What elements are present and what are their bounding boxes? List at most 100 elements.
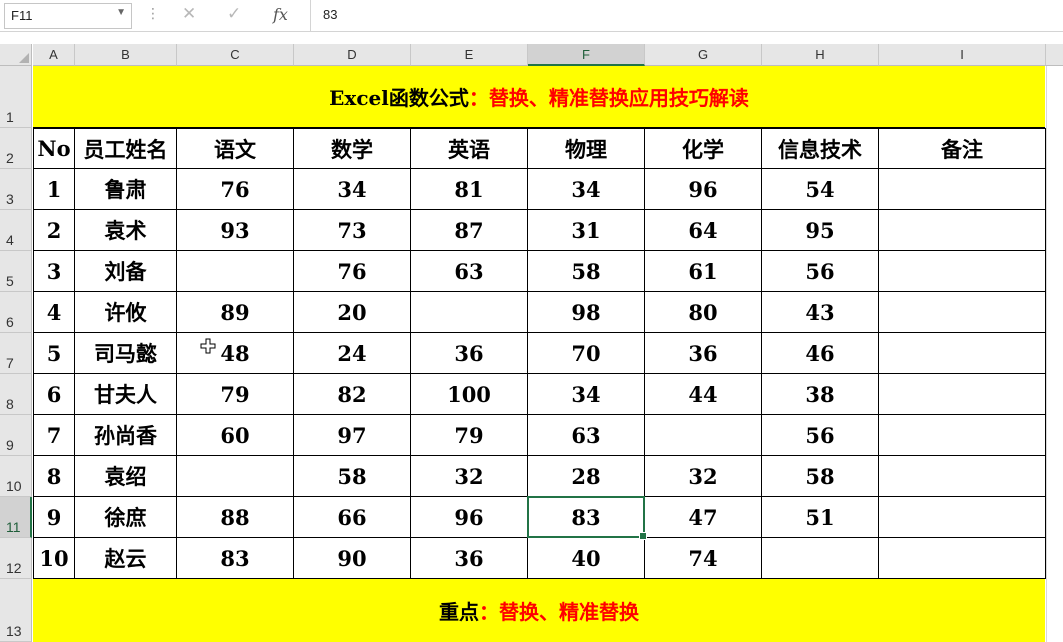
column-header-d[interactable]: D bbox=[294, 44, 411, 66]
table-cell[interactable]: 48 bbox=[177, 333, 294, 374]
table-cell[interactable] bbox=[879, 251, 1046, 292]
table-cell[interactable]: 36 bbox=[645, 333, 762, 374]
table-cell[interactable] bbox=[879, 415, 1046, 456]
table-cell[interactable]: 31 bbox=[528, 210, 645, 251]
table-cell[interactable]: 58 bbox=[294, 456, 411, 497]
table-cell[interactable]: 81 bbox=[411, 169, 528, 210]
column-header-f[interactable]: F bbox=[528, 44, 645, 66]
column-header-b[interactable]: B bbox=[75, 44, 177, 66]
insert-function-icon[interactable]: fx bbox=[273, 5, 288, 24]
table-cell[interactable]: 100 bbox=[411, 374, 528, 415]
table-cell[interactable]: 70 bbox=[528, 333, 645, 374]
table-cell[interactable]: 83 bbox=[177, 538, 294, 579]
table-cell[interactable] bbox=[645, 415, 762, 456]
table-cell[interactable]: 80 bbox=[645, 292, 762, 333]
table-cell[interactable] bbox=[879, 497, 1046, 538]
table-cell[interactable]: 64 bbox=[645, 210, 762, 251]
table-cell[interactable] bbox=[879, 292, 1046, 333]
table-cell[interactable]: 5 bbox=[33, 333, 75, 374]
table-cell[interactable] bbox=[879, 538, 1046, 579]
table-cell[interactable]: 47 bbox=[645, 497, 762, 538]
table-cell[interactable]: 66 bbox=[294, 497, 411, 538]
table-header-cell[interactable]: 数学 bbox=[294, 128, 411, 169]
drag-handle-icon[interactable]: ⋮ bbox=[146, 6, 160, 22]
table-cell[interactable]: 4 bbox=[33, 292, 75, 333]
column-header-h[interactable]: H bbox=[762, 44, 879, 66]
row-header-6[interactable]: 6 bbox=[0, 292, 32, 333]
table-cell[interactable]: 76 bbox=[177, 169, 294, 210]
row-header-13[interactable]: 13 bbox=[0, 579, 32, 642]
row-header-8[interactable]: 8 bbox=[0, 374, 32, 415]
table-cell[interactable]: 56 bbox=[762, 251, 879, 292]
table-cell[interactable]: 许攸 bbox=[75, 292, 177, 333]
table-cell[interactable]: 3 bbox=[33, 251, 75, 292]
table-cell[interactable]: 44 bbox=[645, 374, 762, 415]
name-box[interactable]: F11 ▼ bbox=[4, 3, 132, 29]
table-cell[interactable]: 96 bbox=[645, 169, 762, 210]
table-cell[interactable] bbox=[762, 538, 879, 579]
table-cell[interactable]: 34 bbox=[294, 169, 411, 210]
row-header-12[interactable]: 12 bbox=[0, 538, 32, 579]
table-cell[interactable]: 79 bbox=[411, 415, 528, 456]
table-cell[interactable] bbox=[879, 333, 1046, 374]
table-header-cell[interactable]: No bbox=[33, 128, 75, 169]
table-cell[interactable]: 79 bbox=[177, 374, 294, 415]
table-header-cell[interactable]: 英语 bbox=[411, 128, 528, 169]
table-cell[interactable]: 87 bbox=[411, 210, 528, 251]
table-cell[interactable]: 10 bbox=[33, 538, 75, 579]
table-cell[interactable]: 36 bbox=[411, 538, 528, 579]
table-cell[interactable]: 95 bbox=[762, 210, 879, 251]
table-cell[interactable]: 76 bbox=[294, 251, 411, 292]
table-cell[interactable] bbox=[177, 456, 294, 497]
column-header-e[interactable]: E bbox=[411, 44, 528, 66]
table-cell[interactable]: 袁术 bbox=[75, 210, 177, 251]
table-cell[interactable]: 74 bbox=[645, 538, 762, 579]
table-cell[interactable]: 58 bbox=[762, 456, 879, 497]
table-cell[interactable]: 38 bbox=[762, 374, 879, 415]
table-cell[interactable]: 9 bbox=[33, 497, 75, 538]
table-cell[interactable]: 96 bbox=[411, 497, 528, 538]
row-header-7[interactable]: 7 bbox=[0, 333, 32, 374]
column-header-g[interactable]: G bbox=[645, 44, 762, 66]
table-cell[interactable]: 90 bbox=[294, 538, 411, 579]
table-cell[interactable]: 刘备 bbox=[75, 251, 177, 292]
table-cell[interactable]: 83 bbox=[528, 497, 645, 538]
table-cell[interactable]: 34 bbox=[528, 374, 645, 415]
table-cell[interactable]: 36 bbox=[411, 333, 528, 374]
table-cell[interactable]: 51 bbox=[762, 497, 879, 538]
table-cell[interactable]: 1 bbox=[33, 169, 75, 210]
table-cell[interactable]: 司马懿 bbox=[75, 333, 177, 374]
column-header-a[interactable]: A bbox=[33, 44, 75, 66]
formula-input[interactable]: 83 bbox=[310, 0, 1063, 31]
row-header-2[interactable]: 2 bbox=[0, 128, 32, 169]
table-cell[interactable]: 89 bbox=[177, 292, 294, 333]
cancel-icon[interactable]: ✕ bbox=[182, 4, 196, 24]
table-cell[interactable]: 2 bbox=[33, 210, 75, 251]
table-cell[interactable] bbox=[879, 210, 1046, 251]
table-cell[interactable] bbox=[411, 292, 528, 333]
row-header-1[interactable]: 1 bbox=[0, 66, 32, 128]
table-header-cell[interactable]: 化学 bbox=[645, 128, 762, 169]
table-cell[interactable]: 28 bbox=[528, 456, 645, 497]
table-cell[interactable]: 32 bbox=[645, 456, 762, 497]
row-header-4[interactable]: 4 bbox=[0, 210, 32, 251]
table-header-cell[interactable]: 物理 bbox=[528, 128, 645, 169]
table-cell[interactable]: 73 bbox=[294, 210, 411, 251]
table-cell[interactable]: 赵云 bbox=[75, 538, 177, 579]
row-header-5[interactable]: 5 bbox=[0, 251, 32, 292]
table-header-cell[interactable]: 备注 bbox=[879, 128, 1046, 169]
chevron-down-icon[interactable]: ▼ bbox=[116, 7, 126, 18]
table-cell[interactable]: 93 bbox=[177, 210, 294, 251]
title-banner[interactable]: Excel函数公式 ：替换、精准替换应用技巧解读 bbox=[33, 66, 1045, 128]
table-cell[interactable]: 鲁肃 bbox=[75, 169, 177, 210]
select-all-button[interactable] bbox=[0, 44, 32, 66]
table-cell[interactable]: 43 bbox=[762, 292, 879, 333]
footer-banner[interactable]: 重点 ：替换、精准替换 bbox=[33, 579, 1045, 642]
table-cell[interactable]: 40 bbox=[528, 538, 645, 579]
table-cell[interactable]: 61 bbox=[645, 251, 762, 292]
table-cell[interactable]: 8 bbox=[33, 456, 75, 497]
table-cell[interactable] bbox=[879, 374, 1046, 415]
enter-icon[interactable]: ✓ bbox=[227, 4, 241, 24]
table-cell[interactable]: 24 bbox=[294, 333, 411, 374]
row-header-10[interactable]: 10 bbox=[0, 456, 32, 497]
